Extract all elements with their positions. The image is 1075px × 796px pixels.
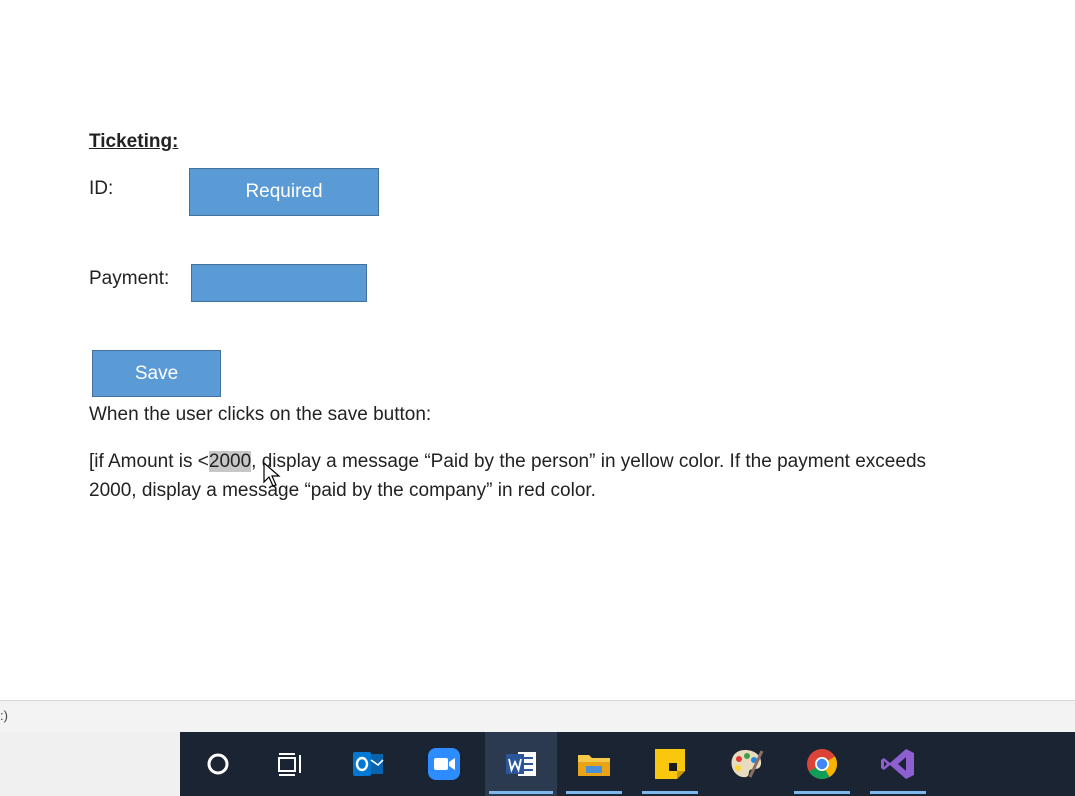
- status-text: :): [0, 708, 8, 723]
- rule-text-before: [if Amount is <: [89, 451, 209, 472]
- word-icon: [506, 752, 536, 776]
- word-button[interactable]: [485, 732, 557, 796]
- chrome-button[interactable]: [790, 732, 854, 796]
- running-indicator: [870, 791, 926, 794]
- cortana-button[interactable]: [186, 732, 250, 796]
- running-indicator: [794, 791, 850, 794]
- folder-icon: [578, 755, 610, 776]
- id-required-box[interactable]: Required: [189, 168, 379, 216]
- running-indicator: [566, 791, 622, 794]
- instruction-text: When the user clicks on the save button:: [89, 404, 432, 425]
- file-explorer-button[interactable]: [562, 732, 626, 796]
- rule-line-1: [if Amount is <2000, display a message “…: [89, 447, 926, 476]
- task-view-icon: [278, 753, 301, 776]
- ticketing-heading: Ticketing:: [89, 131, 179, 152]
- mouse-cursor-icon: [263, 462, 281, 487]
- outlook-button[interactable]: [336, 732, 400, 796]
- chrome-icon: [807, 749, 838, 780]
- rule-text-after: , display a message “Paid by the person”…: [251, 451, 927, 472]
- paint-button[interactable]: [714, 732, 778, 796]
- task-view-button[interactable]: [258, 732, 322, 796]
- save-button[interactable]: Save: [92, 350, 221, 397]
- payment-label: Payment:: [89, 268, 170, 289]
- sticky-notes-icon: [655, 749, 685, 779]
- payment-box[interactable]: [191, 264, 367, 302]
- running-indicator: [642, 791, 698, 794]
- zoom-icon: [428, 748, 460, 780]
- paint-icon: [731, 750, 764, 778]
- sticky-notes-button[interactable]: [638, 732, 702, 796]
- circle-icon: [207, 753, 229, 775]
- taskbar-search-area[interactable]: [0, 732, 180, 796]
- id-label: ID:: [89, 178, 114, 199]
- visual-studio-icon: [881, 749, 914, 779]
- status-bar: :): [0, 700, 1075, 732]
- taskbar: [0, 732, 1075, 796]
- rule-line-2: 2000, display a message “paid by the com…: [89, 480, 596, 501]
- zoom-button[interactable]: [412, 732, 476, 796]
- active-indicator: [489, 791, 553, 794]
- visual-studio-button[interactable]: [866, 732, 930, 796]
- outlook-icon: [353, 752, 384, 776]
- selected-text[interactable]: 2000: [208, 451, 252, 472]
- document-page: Ticketing: ID: Required Payment: Save Wh…: [0, 0, 1075, 700]
